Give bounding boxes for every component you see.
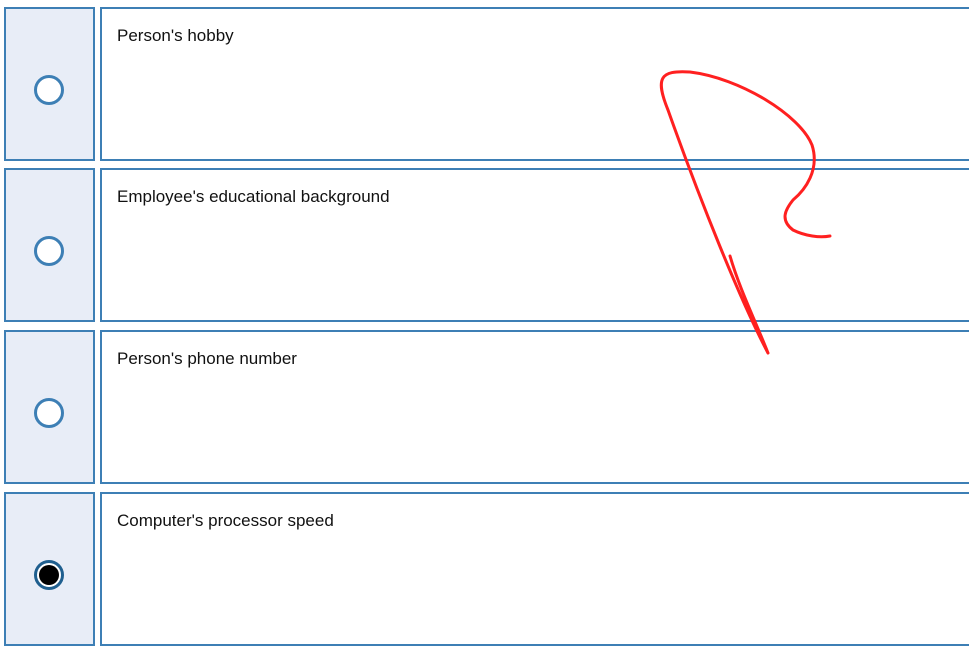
option-label: Computer's processor speed [117,511,334,530]
option-text-cell[interactable]: Person's phone number [100,330,969,484]
option-text-cell[interactable]: Employee's educational background [100,168,969,322]
option-row[interactable]: Computer's processor speed [0,488,969,649]
option-row[interactable]: Person's phone number [0,326,969,488]
option-label: Person's phone number [117,349,297,368]
option-label: Person's hobby [117,26,234,45]
option-radio[interactable] [33,398,64,428]
option-row[interactable]: Person's hobby [0,3,969,165]
option-label: Employee's educational background [117,187,390,206]
option-radio[interactable] [33,236,64,266]
option-row[interactable]: Employee's educational background [0,164,969,326]
option-text-cell[interactable]: Computer's processor speed [100,492,969,646]
option-radio[interactable] [33,75,64,105]
option-text-cell[interactable]: Person's hobby [100,7,969,161]
radio-cell[interactable] [4,330,95,484]
radio-cell[interactable] [4,168,95,322]
radio-cell[interactable] [4,492,95,646]
answer-options: Person's hobby Employee's educational ba… [0,0,969,649]
option-radio-selected[interactable] [33,560,64,590]
radio-cell[interactable] [4,7,95,161]
